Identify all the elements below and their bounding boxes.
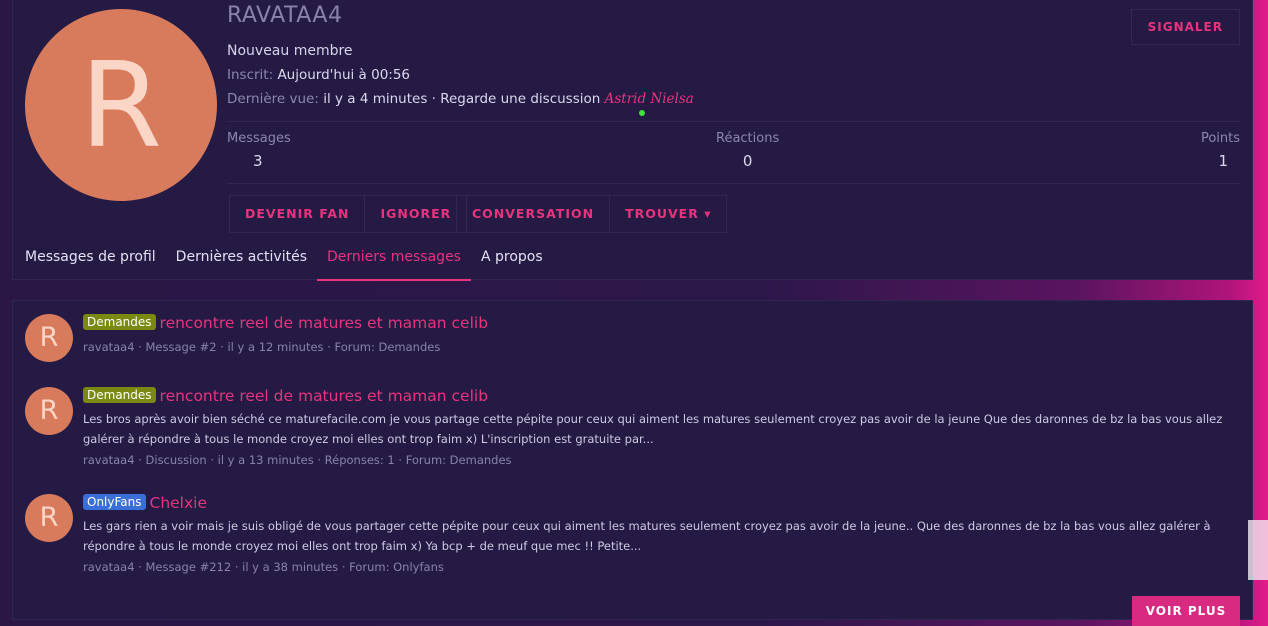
- thread-link[interactable]: rencontre reel de matures et maman celib: [160, 387, 489, 405]
- prefix-badge[interactable]: Demandes: [83, 314, 156, 330]
- prefix-badge[interactable]: Demandes: [83, 387, 156, 403]
- member-role: Nouveau membre: [227, 43, 353, 59]
- stat-label: Points: [1200, 131, 1240, 146]
- conversation-button[interactable]: CONVERSATION: [457, 196, 611, 232]
- avatar[interactable]: R: [25, 314, 73, 362]
- post-title: Demandes rencontre reel de matures et mam…: [83, 387, 488, 405]
- post-meta: ravataa4 · Discussion · il y a 13 minute…: [83, 453, 512, 467]
- avatar[interactable]: R: [25, 9, 217, 201]
- tab-profile-posts[interactable]: Messages de profil: [25, 243, 166, 279]
- prefix-badge[interactable]: OnlyFans: [83, 494, 146, 510]
- page-title: RAVATAA4: [227, 3, 343, 28]
- last-seen-value: il y a 4 minutes · Regarde une discussio…: [323, 91, 601, 107]
- stat-value: 1: [1218, 152, 1228, 170]
- last-seen-thread-link[interactable]: Astrid Nielsa: [605, 91, 694, 107]
- stat-label: Réactions: [716, 131, 780, 146]
- registered-value: Aujourd'hui à 00:56: [277, 67, 411, 83]
- post-title: Demandes rencontre reel de matures et mam…: [83, 314, 488, 332]
- registered-line: Inscrit: Aujourd'hui à 00:56: [227, 67, 410, 83]
- find-dropdown-button[interactable]: TROUVER ▾: [610, 196, 726, 232]
- stat-reactions[interactable]: Réactions 0: [716, 131, 779, 170]
- thread-link[interactable]: Chelxie: [150, 494, 208, 512]
- online-indicator: [639, 110, 645, 116]
- post-snippet: Les gars rien a voir mais je suis obligé…: [83, 519, 1211, 553]
- see-more-button[interactable]: VOIR PLUS: [1132, 596, 1240, 626]
- list-item: R Demandes rencontre reel de matures et m…: [25, 387, 1240, 477]
- ignore-button[interactable]: IGNORER: [365, 196, 466, 232]
- last-seen-label: Dernière vue:: [227, 91, 319, 107]
- registered-label: Inscrit:: [227, 67, 274, 83]
- stat-label: Messages: [227, 131, 291, 146]
- list-item: R Demandes rencontre reel de matures et m…: [25, 314, 1240, 374]
- action-group-follow: DEVENIR FAN IGNORER: [229, 195, 468, 233]
- report-button[interactable]: SIGNALER: [1130, 9, 1240, 45]
- post-meta: ravataa4 · Message #212 · il y a 38 minu…: [83, 560, 444, 574]
- profile-tabs: Messages de profil Dernières activités D…: [25, 243, 553, 281]
- post-meta: ravataa4 · Message #2 · il y a 12 minute…: [83, 340, 441, 354]
- background-glow: [1248, 520, 1268, 580]
- stat-points[interactable]: Points 1: [1201, 131, 1240, 170]
- tab-latest-activity[interactable]: Dernières activités: [166, 243, 317, 279]
- avatar[interactable]: R: [25, 387, 73, 435]
- latest-messages-list: R Demandes rencontre reel de matures et m…: [12, 300, 1253, 626]
- tab-about[interactable]: A propos: [471, 243, 553, 279]
- tab-latest-messages[interactable]: Derniers messages: [316, 243, 471, 281]
- become-fan-button[interactable]: DEVENIR FAN: [230, 196, 366, 232]
- stat-value: 0: [742, 152, 753, 170]
- post-snippet: Les bros après avoir bien séché ce matur…: [83, 412, 1223, 446]
- thread-link[interactable]: rencontre reel de matures et maman celib: [160, 314, 489, 332]
- divider: [227, 121, 1240, 122]
- divider: [227, 183, 1240, 184]
- last-seen-line: Dernière vue: il y a 4 minutes · Regarde…: [227, 91, 694, 107]
- stat-value: 3: [253, 152, 263, 170]
- stat-messages[interactable]: Messages 3: [227, 131, 291, 170]
- member-profile-card: R RAVATAA4 Nouveau membre Inscrit: Aujou…: [12, 0, 1253, 281]
- list-item: R OnlyFans Chelxie Les gars rien a voir m…: [25, 494, 1240, 584]
- action-group-contact: CONVERSATION TROUVER ▾: [456, 195, 728, 233]
- avatar[interactable]: R: [25, 494, 73, 542]
- post-title: OnlyFans Chelxie: [83, 494, 207, 512]
